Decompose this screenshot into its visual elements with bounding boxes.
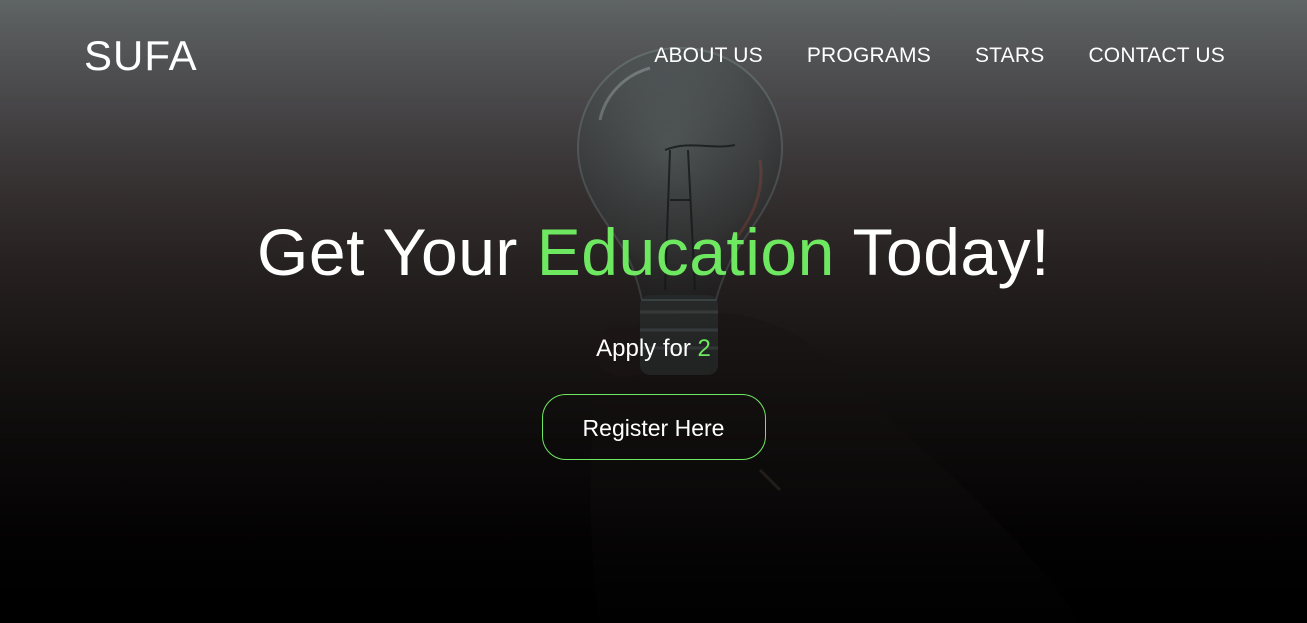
hero-content: Get Your Education Today! Apply for 2 Re… — [0, 212, 1307, 460]
register-button[interactable]: Register Here — [541, 394, 766, 460]
headline-accent-word: Education — [536, 215, 835, 289]
nav-link-contact-us[interactable]: CONTACT US — [1088, 44, 1225, 68]
subline-value: 2 — [697, 335, 711, 362]
nav-link-about-us[interactable]: ABOUT US — [654, 44, 763, 68]
brand-logo[interactable]: SUFA — [84, 32, 198, 80]
top-navigation: SUFA ABOUT US PROGRAMS STARS CONTACT US — [84, 30, 1225, 82]
hero-headline: Get Your Education Today! — [0, 212, 1307, 292]
headline-start: Get Your — [257, 215, 518, 289]
nav-link-stars[interactable]: STARS — [975, 44, 1044, 68]
nav-links: ABOUT US PROGRAMS STARS CONTACT US — [654, 44, 1225, 68]
nav-link-programs[interactable]: PROGRAMS — [807, 44, 931, 68]
hero-section: SUFA ABOUT US PROGRAMS STARS CONTACT US … — [0, 0, 1307, 623]
headline-end: Today! — [852, 215, 1050, 289]
subline-text: Apply for — [596, 335, 691, 362]
hero-subline: Apply for 2 — [0, 334, 1307, 364]
